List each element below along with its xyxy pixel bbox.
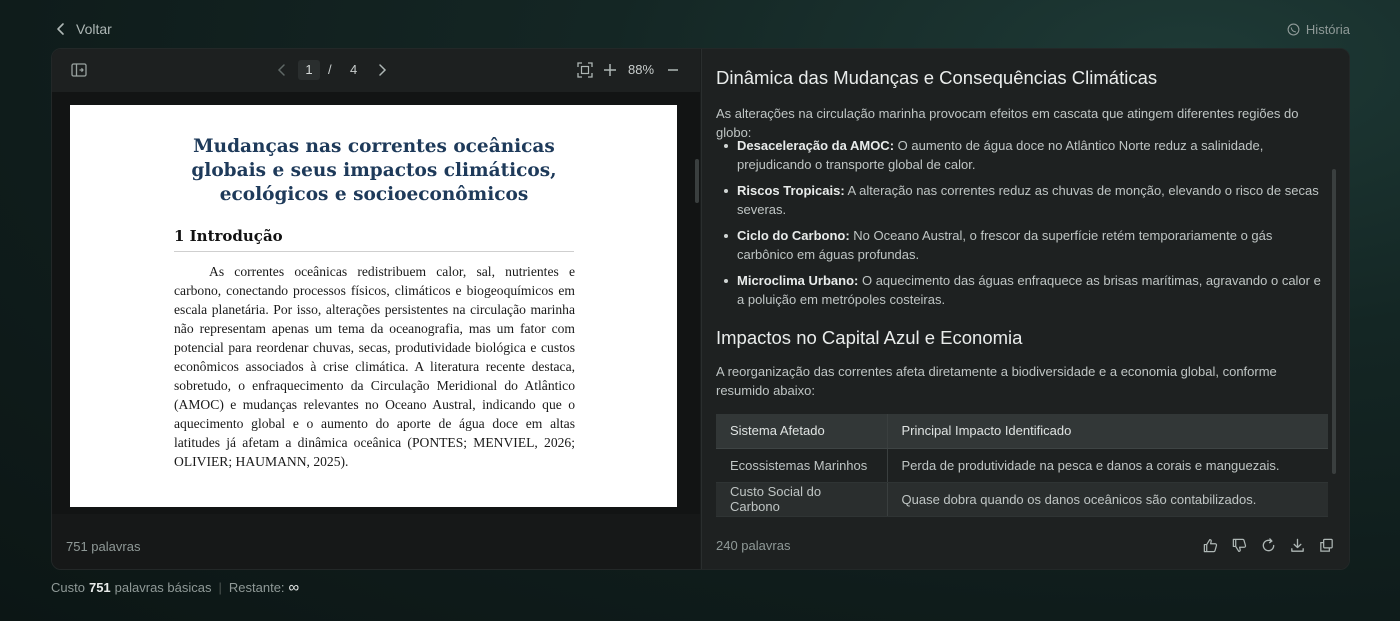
copy-icon[interactable] <box>1317 536 1335 554</box>
section-heading: 1 Introdução <box>174 227 283 245</box>
table-cell: Custo Social do Carbono <box>716 482 888 517</box>
back-label: Voltar <box>76 21 112 37</box>
previous-page-button[interactable] <box>274 62 290 78</box>
list-item-term: Ciclo do Carbono: <box>737 228 850 243</box>
document-page: Mudanças nas correntes oceânicas globais… <box>70 105 677 507</box>
heading-divider <box>174 251 574 252</box>
cost-value: 751 <box>88 580 111 595</box>
page-separator: / <box>328 62 332 77</box>
current-page-input[interactable]: 1 <box>298 60 320 80</box>
summary-content: Dinâmica das Mudanças e Consequências Cl… <box>716 49 1328 519</box>
source-word-count: 751 palavras <box>66 539 141 554</box>
impact-list: Desaceleração da AMOC: O aumento de água… <box>716 136 1328 316</box>
viewer-toolbar: 1 / 4 88% <box>52 49 700 92</box>
fit-screen-icon[interactable] <box>576 61 594 79</box>
document-paragraph: As correntes oceânicas redistribuem calo… <box>174 264 575 469</box>
sidebar-toggle-icon[interactable] <box>70 61 88 79</box>
total-pages: 4 <box>350 62 358 77</box>
list-item-term: Microclima Urbano: <box>737 273 859 288</box>
summary-scrollbar[interactable] <box>1332 169 1336 474</box>
thumbs-down-icon[interactable] <box>1230 536 1248 554</box>
translation-card: 1 / 4 88% Mudanças nas correntes oceânic… <box>51 48 1350 570</box>
summary-economy-intro: A reorganização das correntes afeta dire… <box>716 364 1277 398</box>
summary-word-count: 240 palavras <box>716 538 791 553</box>
table-cell: Perda de produtividade na pesca e danos … <box>887 448 1328 483</box>
zoom-out-icon[interactable] <box>664 61 682 79</box>
document-title: Mudanças nas correntes oceânicas globais… <box>191 136 557 205</box>
zoom-level: 88% <box>628 62 655 77</box>
cost-prefix: Custo <box>51 580 85 595</box>
cost-suffix: palavras básicas <box>114 580 212 595</box>
summary-actions <box>1201 536 1335 554</box>
cost-separator: | <box>218 580 222 595</box>
list-item-term: Desaceleração da AMOC: <box>737 138 895 153</box>
document-scrollbar[interactable] <box>695 159 699 203</box>
table-header: Sistema Afetado <box>716 414 888 449</box>
infinity-icon: ∞ <box>288 579 300 596</box>
list-item-term: Riscos Tropicais: <box>737 183 845 198</box>
list-item: Desaceleração da AMOC: O aumento de água… <box>716 136 1328 174</box>
next-page-button[interactable] <box>374 62 390 78</box>
history-icon <box>1287 23 1300 36</box>
impact-table: Sistema Afetado Principal Impacto Identi… <box>716 414 1328 517</box>
document-canvas[interactable]: Mudanças nas correntes oceânicas globais… <box>52 92 700 514</box>
summary-heading-economy: Impactos no Capital Azul e Economia <box>716 327 1023 348</box>
list-item: Ciclo do Carbono: No Oceano Austral, o f… <box>716 226 1328 264</box>
history-button[interactable]: História <box>1287 22 1350 37</box>
list-item: Riscos Tropicais: A alteração nas corren… <box>716 181 1328 219</box>
table-header: Principal Impacto Identificado <box>887 414 1328 449</box>
list-item: Microclima Urbano: O aquecimento das águ… <box>716 271 1328 309</box>
refresh-icon[interactable] <box>1259 536 1277 554</box>
back-button[interactable]: Voltar <box>54 21 112 37</box>
cost-bar: Custo 751 palavras básicas | Restante: ∞ <box>51 579 299 596</box>
table-cell: Ecossistemas Marinhos <box>716 448 888 483</box>
thumbs-up-icon[interactable] <box>1201 536 1219 554</box>
history-label: História <box>1305 22 1350 37</box>
table-row: Ecossistemas Marinhos Perda de produtivi… <box>716 448 1328 483</box>
table-header-row: Sistema Afetado Principal Impacto Identi… <box>716 414 1328 449</box>
table-cell: Quase dobra quando os danos oceânicos sã… <box>887 482 1328 517</box>
zoom-in-icon[interactable] <box>601 61 619 79</box>
document-viewer-panel: 1 / 4 88% Mudanças nas correntes oceânic… <box>52 49 700 569</box>
table-row: Custo Social do Carbono Quase dobra quan… <box>716 482 1328 517</box>
download-icon[interactable] <box>1288 536 1306 554</box>
summary-panel: Dinâmica das Mudanças e Consequências Cl… <box>701 49 1349 569</box>
chevron-left-icon <box>57 23 64 35</box>
summary-heading-dynamics: Dinâmica das Mudanças e Consequências Cl… <box>716 67 1158 88</box>
remaining-label: Restante: <box>228 580 285 595</box>
